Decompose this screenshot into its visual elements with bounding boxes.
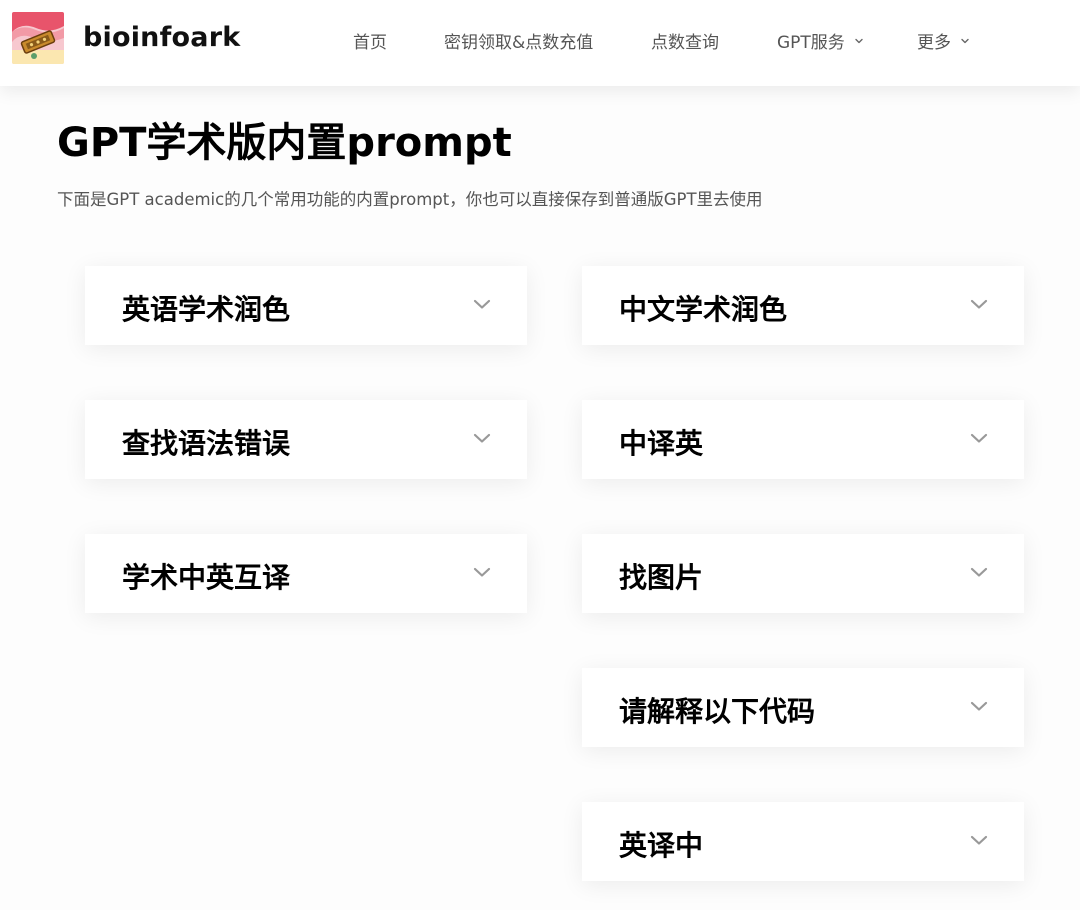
accordion-grammar-check[interactable]: 查找语法错误 [85, 400, 527, 479]
chevron-down-icon [961, 38, 969, 43]
nav-more[interactable]: 更多 [917, 28, 970, 53]
nav-points-query[interactable]: 点数查询 [651, 28, 719, 53]
chevron-down-icon [473, 567, 491, 577]
accordion-title: 请解释以下代码 [619, 695, 816, 728]
accordion-title: 英语学术润色 [122, 293, 291, 326]
chevron-down-icon [855, 38, 863, 43]
accordion-title: 英译中 [619, 829, 704, 862]
chevron-down-icon [970, 835, 988, 845]
logo-image [12, 12, 64, 64]
accordion-title: 学术中英互译 [122, 561, 291, 594]
chevron-down-icon [473, 433, 491, 443]
accordion-title: 中文学术润色 [619, 293, 788, 326]
nav-home[interactable]: 首页 [353, 28, 387, 53]
accordion-zh-to-en[interactable]: 中译英 [582, 400, 1024, 479]
chevron-down-icon [970, 299, 988, 309]
nav-gpt-services[interactable]: GPT服务 [777, 28, 864, 53]
nav-gpt-services-label: GPT服务 [777, 33, 845, 53]
nav-key-recharge-label: 密钥领取&点数充值 [444, 33, 594, 53]
nav-home-label: 首页 [353, 33, 387, 53]
chevron-down-icon [970, 701, 988, 711]
accordion-title: 中译英 [619, 427, 704, 460]
nav-points-query-label: 点数查询 [651, 33, 719, 53]
nav-more-label: 更多 [917, 33, 951, 53]
accordion-chinese-polish[interactable]: 中文学术润色 [582, 266, 1024, 345]
accordion-en-to-zh[interactable]: 英译中 [582, 802, 1024, 881]
brand-name[interactable]: bioinfoark [83, 22, 240, 53]
page-title: GPT学术版内置prompt [57, 120, 512, 166]
chevron-down-icon [473, 299, 491, 309]
accordion-explain-code[interactable]: 请解释以下代码 [582, 668, 1024, 747]
accordion-title: 找图片 [619, 561, 704, 594]
site-logo[interactable] [12, 12, 64, 64]
accordion-find-images[interactable]: 找图片 [582, 534, 1024, 613]
nav-key-recharge[interactable]: 密钥领取&点数充值 [444, 28, 593, 53]
accordion-academic-translate[interactable]: 学术中英互译 [85, 534, 527, 613]
accordion-english-polish[interactable]: 英语学术润色 [85, 266, 527, 345]
site-header: bioinfoark 首页 密钥领取&点数充值 点数查询 GPT服务 更多 [0, 0, 1080, 86]
page-intro: 下面是GPT academic的几个常用功能的内置prompt，你也可以直接保存… [57, 190, 763, 209]
chevron-down-icon [970, 567, 988, 577]
accordion-title: 查找语法错误 [122, 427, 291, 460]
chevron-down-icon [970, 433, 988, 443]
main-content: GPT学术版内置prompt 下面是GPT academic的几个常用功能的内置… [0, 86, 1080, 910]
